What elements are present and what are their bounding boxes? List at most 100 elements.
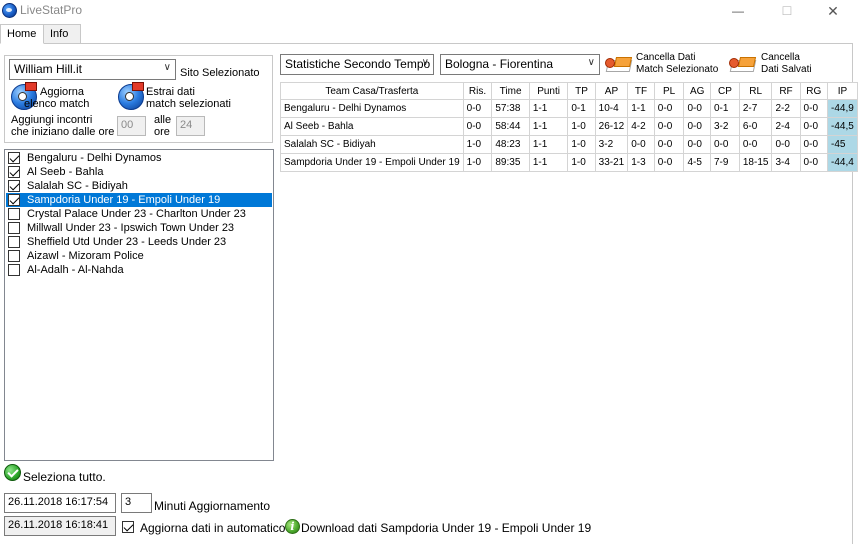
ip-cell: -44,5	[826, 117, 858, 136]
table-cell: 57:38	[491, 99, 530, 118]
clear-selected-line2[interactable]: Match Selezionato	[636, 64, 718, 75]
table-cell: 1-1	[528, 153, 569, 172]
ball-extract-icon[interactable]	[118, 82, 144, 110]
list-item[interactable]: Al Seeb - Bahla	[6, 165, 272, 179]
table-cell: 0-0	[799, 117, 828, 136]
extract-data-line2[interactable]: match selezionati	[146, 98, 231, 110]
table-cell: 0-0	[653, 117, 685, 136]
table-cell: 48:23	[491, 135, 530, 154]
close-button[interactable]: ✕	[810, 0, 856, 22]
match-list[interactable]: Bengaluru - Delhi Dynamos Al Seeb - Bahl…	[4, 149, 274, 461]
stat-type-dropdown[interactable]: Statistiche Secondo Tempo ∨	[280, 54, 434, 75]
table-cell: 89:35	[491, 153, 530, 172]
site-dropdown[interactable]: William Hill.it ∨	[9, 59, 176, 80]
column-header[interactable]: RL	[738, 82, 773, 100]
match-checkbox[interactable]	[8, 194, 20, 206]
match-checkbox[interactable]	[8, 166, 20, 178]
table-row[interactable]: Bengaluru - Delhi Dynamos 0-0 57:38 1-1 …	[280, 99, 858, 118]
list-item-selected[interactable]: Sampdoria Under 19 - Empoli Under 19	[6, 193, 272, 207]
match-checkbox[interactable]	[8, 208, 20, 220]
download-status: Download dati Sampdoria Under 19 - Empol…	[301, 521, 592, 535]
column-header[interactable]: Punti	[528, 82, 569, 100]
ip-cell: -44,4	[826, 153, 858, 172]
list-item[interactable]: Millwall Under 23 - Ipswich Town Under 2…	[6, 221, 272, 235]
table-cell: 4-5	[683, 153, 711, 172]
auto-update-checkbox[interactable]	[122, 521, 134, 533]
site-selected-label: Sito Selezionato	[180, 67, 260, 79]
clear-saved-line2[interactable]: Dati Salvati	[761, 64, 812, 75]
list-item[interactable]: Bengaluru - Delhi Dynamos	[6, 151, 272, 165]
from-hour-input[interactable]: 00	[117, 116, 146, 136]
list-item[interactable]: Sheffield Utd Under 23 - Leeds Under 23	[6, 235, 272, 249]
table-header-row: Team Casa/Trasferta Ris. Time Punti TP A…	[280, 82, 858, 100]
auto-update-label[interactable]: Aggiorna dati in automatico	[140, 521, 285, 535]
eraser-icon[interactable]	[729, 54, 757, 74]
minutes-input[interactable]: 3	[121, 493, 152, 513]
match-checkbox[interactable]	[8, 250, 20, 262]
maximize-button[interactable]: ☐	[764, 0, 810, 22]
table-cell: 1-3	[627, 153, 655, 172]
chevron-down-icon: ∨	[421, 57, 429, 68]
match-dropdown-value: Bologna - Fiorentina	[445, 57, 554, 71]
table-row[interactable]: Al Seeb - Bahla 0-0 58:44 1-1 1-0 26-12 …	[280, 117, 858, 136]
current-time: 26.11.2018 16:18:41	[4, 516, 116, 536]
table-cell: 0-0	[710, 135, 740, 154]
table-cell: 0-1	[710, 99, 740, 118]
table-cell: 6-0	[738, 117, 773, 136]
table-cell: 0-0	[799, 135, 828, 154]
column-header[interactable]: AP	[594, 82, 629, 100]
column-header[interactable]: TF	[627, 82, 655, 100]
eraser-icon[interactable]	[605, 54, 633, 74]
list-item[interactable]: Salalah SC - Bidiyah	[6, 179, 272, 193]
team-cell: Sampdoria Under 19 - Empoli Under 19	[280, 153, 464, 172]
match-checkbox[interactable]	[8, 152, 20, 164]
table-row[interactable]: Sampdoria Under 19 - Empoli Under 19 1-0…	[280, 153, 858, 172]
list-item[interactable]: Al-Adalh - Al-Nahda	[6, 263, 272, 277]
table-cell: 7-9	[710, 153, 740, 172]
table-cell: 1-1	[528, 99, 569, 118]
match-checkbox[interactable]	[8, 236, 20, 248]
list-item[interactable]: Aizawl - Mizoram Police	[6, 249, 272, 263]
table-cell: 0-0	[799, 99, 828, 118]
ip-cell: -45	[826, 135, 858, 154]
table-row[interactable]: Salalah SC - Bidiyah 1-0 48:23 1-1 1-0 3…	[280, 135, 858, 154]
column-header[interactable]: RF	[771, 82, 801, 100]
column-header[interactable]: PL	[653, 82, 685, 100]
table-cell: 1-1	[528, 117, 569, 136]
check-circle-icon[interactable]	[4, 464, 21, 481]
to-hour-input[interactable]: 24	[176, 116, 205, 136]
column-header[interactable]: RG	[799, 82, 828, 100]
match-checkbox[interactable]	[8, 264, 20, 276]
select-all-link[interactable]: Seleziona tutto.	[23, 470, 106, 484]
clear-saved-line1[interactable]: Cancella	[761, 52, 800, 63]
tab-home[interactable]: Home	[0, 24, 44, 44]
window-title: LiveStatPro	[20, 3, 83, 17]
update-list-line2[interactable]: elenco match	[24, 98, 89, 110]
tab-info[interactable]: Info	[43, 24, 81, 44]
table-cell: 18-15	[738, 153, 773, 172]
column-header[interactable]: Time	[491, 82, 530, 100]
table-cell: 1-0	[462, 135, 493, 154]
extract-data-line1[interactable]: Estrai dati	[146, 86, 195, 98]
table-cell: 0-0	[462, 99, 493, 118]
table-cell: 2-7	[738, 99, 773, 118]
column-header[interactable]: TP	[567, 82, 596, 100]
hours-filter-label-2: che iniziano dalle ore	[11, 126, 115, 138]
match-dropdown[interactable]: Bologna - Fiorentina ∨	[440, 54, 600, 75]
table-cell: 0-0	[653, 153, 685, 172]
column-header[interactable]: IP	[826, 82, 858, 100]
team-cell: Al Seeb - Bahla	[280, 117, 464, 136]
list-item[interactable]: Crystal Palace Under 23 - Charlton Under…	[6, 207, 272, 221]
update-list-line1[interactable]: Aggiorna	[40, 86, 84, 98]
clear-selected-line1[interactable]: Cancella Dati	[636, 52, 695, 63]
column-header[interactable]: Team Casa/Trasferta	[280, 82, 464, 100]
to-hour-label-2: ore	[154, 126, 170, 138]
minimize-button[interactable]: —	[715, 0, 761, 22]
match-checkbox[interactable]	[8, 222, 20, 234]
table-cell: 1-0	[567, 135, 596, 154]
column-header[interactable]: CP	[710, 82, 740, 100]
last-update-time: 26.11.2018 16:17:54	[4, 493, 116, 513]
match-checkbox[interactable]	[8, 180, 20, 192]
column-header[interactable]: Ris.	[462, 82, 493, 100]
column-header[interactable]: AG	[683, 82, 711, 100]
